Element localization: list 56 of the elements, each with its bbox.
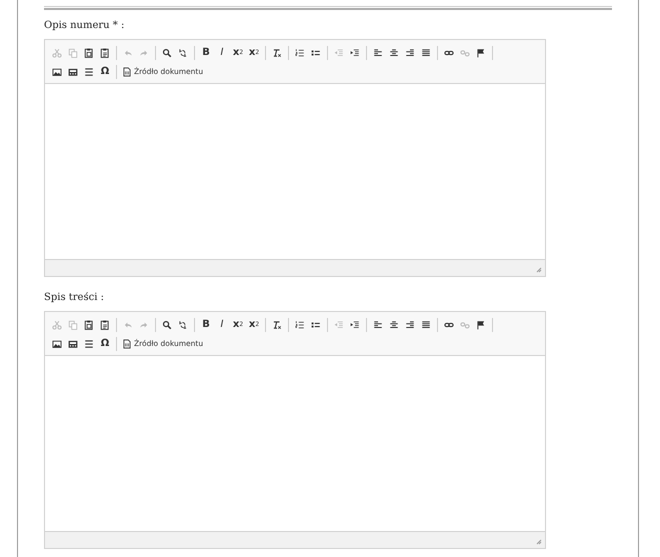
field-label: Opis numeru * : [44,19,126,32]
outdent-icon [334,320,344,330]
paste-icon [84,48,94,58]
paste-text-icon [100,48,110,58]
copy-icon [68,48,78,58]
redo-icon [139,48,149,58]
align-right-icon [405,48,415,58]
paste-text-icon [100,320,110,330]
replace-icon [178,48,188,58]
flag-icon [476,320,486,330]
indent-icon [350,320,360,330]
numbered-list-icon [295,320,305,330]
align-left-icon [373,320,383,330]
align-right-icon [405,320,415,330]
align-left-icon [373,48,383,58]
indent-icon [350,48,360,58]
image-icon [52,66,62,76]
horizontal-line-icon [84,338,94,348]
toolbar-button[interactable]: B [200,316,212,332]
replace-icon [178,320,188,330]
toolbar-button[interactable]: I [216,44,228,60]
align-center-icon [389,320,399,330]
bulleted-list-icon [311,48,321,58]
film-icon [68,66,78,76]
numbered-list-icon [295,48,305,58]
unlink-icon [460,48,470,58]
remove-format-icon [272,48,282,58]
paste-icon [84,320,94,330]
toolbar-button[interactable]: I [216,316,228,332]
scissors-icon [52,320,62,330]
copy-icon [68,320,78,330]
unlink-icon [460,320,470,330]
undo-icon [123,320,133,330]
outdent-icon [334,48,344,58]
horizontal-line-icon [84,66,94,76]
toolbar-button[interactable]: Ω [99,64,111,80]
image-icon [52,338,62,348]
flag-icon [476,48,486,58]
field-label: Spis treści : [44,291,105,304]
toolbar-button[interactable]: Ω [99,336,111,352]
document-icon [122,66,132,76]
resize-grip-icon[interactable] [536,267,542,273]
justify-icon [421,48,431,58]
align-center-icon [389,48,399,58]
resize-grip-icon[interactable] [536,539,542,545]
document-icon [122,338,132,348]
scissors-icon [52,48,62,58]
toolbar-button[interactable]: B [200,44,212,60]
justify-icon [421,320,431,330]
bulleted-list-icon [311,320,321,330]
remove-format-icon [272,320,282,330]
redo-icon [139,320,149,330]
undo-icon [123,48,133,58]
search-icon [162,48,172,58]
search-icon [162,320,172,330]
film-icon [68,338,78,348]
